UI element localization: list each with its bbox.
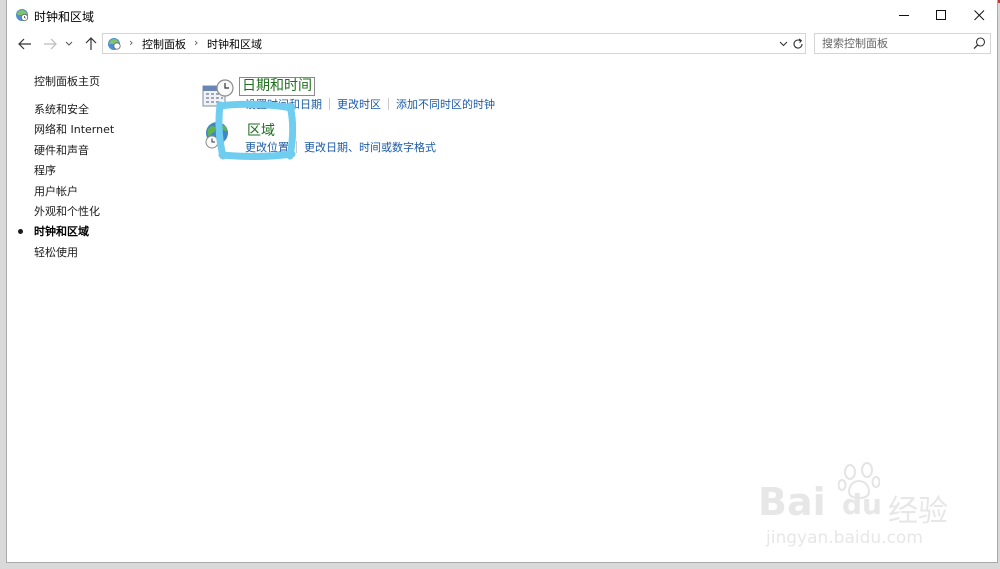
sidebar-item-label: 硬件和声音 (34, 143, 89, 157)
link-change-location[interactable]: 更改位置 (245, 141, 289, 154)
sidebar-item-appearance[interactable]: 外观和个性化 (7, 205, 114, 225)
search-box[interactable] (814, 33, 991, 54)
sidebar-item-ease-of-access[interactable]: 轻松使用 (7, 246, 114, 266)
close-button[interactable] (956, 0, 1000, 30)
maximize-icon (935, 9, 946, 20)
arrow-up-icon (85, 37, 97, 50)
close-icon (973, 9, 984, 20)
refresh-button[interactable] (791, 34, 805, 53)
link-separator (296, 141, 297, 153)
active-indicator (18, 229, 23, 235)
address-bar[interactable]: › 控制面板 › 时钟和区域 (102, 33, 806, 54)
category-title-date-time[interactable]: 日期和时间 (239, 77, 315, 96)
sidebar-item-label: 外观和个性化 (34, 204, 100, 218)
category-links-region: 更改位置 更改日期、时间或数字格式 (245, 139, 436, 155)
sidebar-item-label: 时钟和区域 (34, 225, 89, 239)
navigation-bar: › 控制面板 › 时钟和区域 (7, 31, 997, 57)
control-panel-icon (15, 8, 29, 22)
category-links-date-time: 设置时间和日期 更改时区 添加不同时区的时钟 (245, 96, 495, 112)
link-add-clocks[interactable]: 添加不同时区的时钟 (396, 98, 495, 111)
category-date-time: 日期和时间 设置时间和日期 更改时区 添加不同时区的时钟 (201, 76, 521, 112)
sidebar-item-programs[interactable]: 程序 (7, 164, 114, 184)
sidebar-item-network-internet[interactable]: 网络和 Internet (7, 123, 114, 143)
sidebar-item-label: 程序 (34, 164, 56, 178)
category-title-region[interactable]: 区域 (247, 120, 275, 140)
sidebar-item-label: 网络和 Internet (34, 123, 115, 137)
link-set-time-date[interactable]: 设置时间和日期 (245, 98, 322, 111)
link-change-formats[interactable]: 更改日期、时间或数字格式 (304, 141, 436, 154)
arrow-right-icon (44, 38, 57, 50)
breadcrumb-separator-icon[interactable]: › (129, 36, 133, 49)
sidebar-item-hardware-sound[interactable]: 硬件和声音 (7, 144, 114, 164)
window-title: 时钟和区域 (34, 10, 95, 24)
category-region: 区域 更改位置 更改日期、时间或数字格式 (201, 118, 521, 154)
control-panel-window: 时钟和区域 › 控制面板 › 时钟和区域 搜索控制面板 控制面板主页 系统和安全… (6, 0, 998, 563)
title-bar: 时钟和区域 (7, 0, 997, 30)
calendar-clock-icon[interactable] (201, 76, 235, 110)
chevron-down-icon (779, 41, 787, 46)
forward-button[interactable] (40, 34, 60, 54)
sidebar-item-user-accounts[interactable]: 用户帐户 (7, 185, 114, 205)
link-change-time-zone[interactable]: 更改时区 (337, 98, 381, 111)
sidebar-item-label: 系统和安全 (34, 103, 89, 116)
refresh-icon (793, 38, 803, 49)
sidebar-item-clock-region[interactable]: 时钟和区域 (7, 225, 114, 245)
arrow-left-icon (18, 38, 31, 50)
link-separator (329, 98, 330, 110)
control-panel-icon (107, 36, 122, 51)
sidebar-category-list: 系统和安全 网络和 Internet 硬件和声音 程序 用户帐户 外观和个性化 … (7, 103, 114, 266)
up-button[interactable] (81, 34, 101, 54)
search-icon[interactable] (972, 36, 987, 51)
sidebar-home-link[interactable]: 控制面板主页 (34, 73, 100, 89)
sidebar-item-label: 轻松使用 (34, 245, 78, 259)
recent-locations-button[interactable] (62, 34, 76, 54)
breadcrumb-separator-icon[interactable]: › (194, 36, 198, 49)
back-button[interactable] (15, 34, 35, 54)
breadcrumb-clock-region[interactable]: 时钟和区域 (207, 36, 262, 52)
sidebar-item-system-security[interactable]: 系统和安全 (7, 103, 114, 123)
minimize-icon (898, 14, 909, 16)
address-dropdown-button[interactable] (776, 34, 790, 53)
breadcrumb-control-panel[interactable]: 控制面板 (142, 36, 186, 52)
chevron-down-icon (65, 41, 73, 46)
sidebar-item-label: 用户帐户 (34, 184, 78, 198)
link-separator (388, 98, 389, 110)
search-input[interactable] (815, 34, 972, 53)
globe-clock-icon[interactable] (201, 118, 235, 152)
